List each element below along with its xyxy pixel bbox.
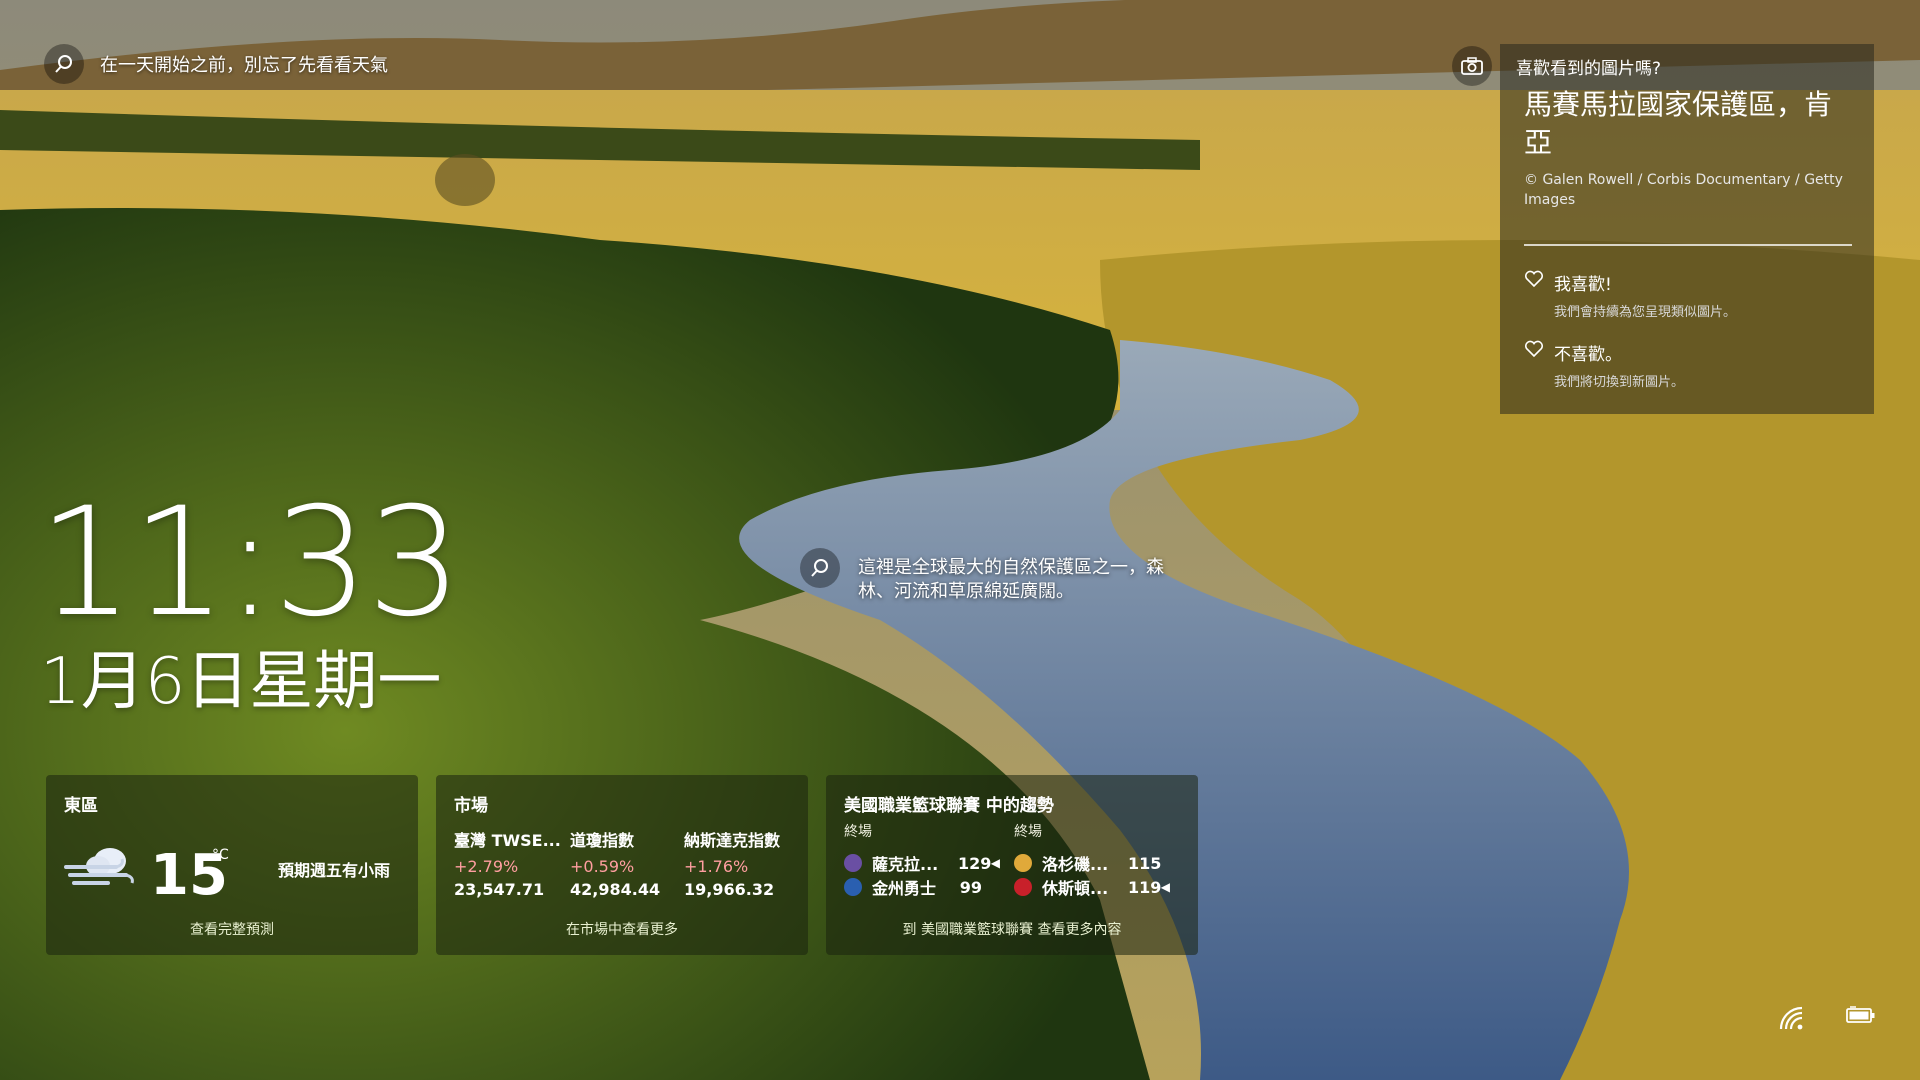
team-logo — [1014, 878, 1032, 896]
nba-more-link[interactable]: 到 美國職業籃球聯賽 查看更多內容 — [826, 919, 1198, 939]
photo-credit: © Galen Rowell / Corbis Documentary / Ge… — [1524, 172, 1843, 208]
fact-text: 這裡是全球最大的自然保護區之一，森林、河流和草原綿延廣闊。 — [858, 557, 1164, 602]
camera-icon — [1461, 57, 1483, 75]
panel-divider — [1524, 244, 1852, 246]
fact-search-button[interactable] — [800, 548, 840, 588]
market-name: 道瓊指數 — [570, 831, 635, 850]
wifi-status[interactable] — [1778, 1005, 1806, 1035]
search-icon — [811, 559, 828, 577]
dislike-option[interactable]: 不喜歡。 我們將切換到新圖片。 — [1524, 340, 1684, 390]
photo-question: 喜歡看到的圖片嗎? — [1516, 59, 1662, 79]
game-status: 終場 — [844, 824, 872, 840]
nba-title: 美國職業籃球聯賽 中的趨勢 — [844, 796, 1054, 816]
market-card[interactable]: 市場 臺灣 TWSE... +2.79% 23,547.71 道瓊指數 +0.5… — [436, 775, 808, 955]
team-score: 129 — [958, 853, 992, 873]
photo-info-panel: 喜歡看到的圖片嗎? 馬賽馬拉國家保護區，肯亞 © Galen Rowell / … — [1500, 44, 1874, 414]
dislike-sub: 我們將切換到新圖片。 — [1554, 375, 1685, 390]
team-name: 洛杉磯... — [1042, 855, 1109, 874]
team-name: 休斯頓... — [1042, 879, 1109, 898]
team-score: 115 — [1128, 853, 1162, 873]
team-logo — [844, 878, 862, 896]
weather-more-link[interactable]: 查看完整預測 — [46, 919, 418, 939]
weather-card[interactable]: 東區 15 °C 預期週五有小雨 查看完整預測 — [46, 775, 418, 955]
market-change: +1.76% — [684, 857, 749, 876]
market-value: 42,984.44 — [570, 880, 661, 899]
team-row: 洛杉磯... 115 — [1014, 851, 1174, 875]
search-icon — [55, 55, 72, 73]
wind-cloud-icon — [64, 848, 134, 885]
winner-arrow-icon: ◀ — [990, 856, 1000, 870]
photo-title: 馬賽馬拉國家保護區，肯亞 — [1524, 88, 1833, 159]
market-title: 市場 — [454, 796, 488, 816]
like-sub: 我們會持續為您呈現類似圖片。 — [1554, 305, 1737, 320]
market-value: 19,966.32 — [684, 880, 775, 899]
market-more-link[interactable]: 在市場中查看更多 — [436, 919, 808, 939]
weather-forecast: 預期週五有小雨 — [278, 861, 391, 880]
team-logo — [844, 854, 862, 872]
like-option[interactable]: 我喜歡! 我們會持續為您呈現類似圖片。 — [1524, 270, 1736, 320]
lock-clock: 11:33 — [38, 476, 462, 650]
market-item[interactable]: 臺灣 TWSE... +2.79% 23,547.71 — [454, 827, 574, 899]
market-item[interactable]: 納斯達克指數 +1.76% 19,966.32 — [684, 827, 804, 899]
camera-button[interactable] — [1452, 46, 1492, 86]
market-change: +0.59% — [570, 857, 635, 876]
game-score[interactable]: 終場 洛杉磯... 115 休斯頓... 119 ◀ — [1014, 821, 1174, 899]
team-name: 金州勇士 — [872, 879, 937, 898]
battery-icon — [1846, 1006, 1875, 1023]
team-row: 金州勇士 99 — [844, 875, 1004, 899]
top-search-text: 在一天開始之前，別忘了先看看天氣 — [100, 55, 388, 76]
team-row: 休斯頓... 119 ◀ — [1014, 875, 1174, 899]
heart-icon — [1524, 340, 1544, 358]
team-row: 薩克拉... 129 ◀ — [844, 851, 1004, 875]
market-name: 臺灣 TWSE... — [454, 831, 561, 850]
search-button[interactable] — [44, 44, 84, 84]
lock-date: 1月6日星期一 — [40, 645, 442, 719]
nba-card[interactable]: 美國職業籃球聯賽 中的趨勢 終場 薩克拉... 129 ◀ 金州勇士 99 終場… — [826, 775, 1198, 955]
dislike-label: 不喜歡。 — [1554, 345, 1622, 365]
team-score: 99 — [959, 877, 982, 897]
team-score: 119 — [1128, 877, 1162, 897]
like-label: 我喜歡! — [1554, 275, 1612, 295]
game-score[interactable]: 終場 薩克拉... 129 ◀ 金州勇士 99 — [844, 821, 1004, 899]
battery-status[interactable] — [1846, 1005, 1876, 1029]
market-name: 納斯達克指數 — [684, 831, 781, 850]
heart-icon — [1524, 270, 1544, 288]
market-value: 23,547.71 — [454, 880, 545, 899]
wifi-icon — [1779, 1006, 1803, 1030]
game-status: 終場 — [1014, 824, 1042, 840]
winner-arrow-icon: ◀ — [1160, 880, 1170, 894]
top-search-prompt[interactable]: 在一天開始之前，別忘了先看看天氣 — [44, 44, 388, 84]
photo-fact[interactable]: 這裡是全球最大的自然保護區之一，森林、河流和草原綿延廣闊。 — [800, 548, 1188, 604]
team-name: 薩克拉... — [872, 855, 939, 874]
market-change: +2.79% — [454, 857, 519, 876]
market-item[interactable]: 道瓊指數 +0.59% 42,984.44 — [570, 827, 690, 899]
weather-location: 東區 — [64, 796, 98, 816]
team-logo — [1014, 854, 1032, 872]
weather-unit: °C — [212, 847, 229, 863]
